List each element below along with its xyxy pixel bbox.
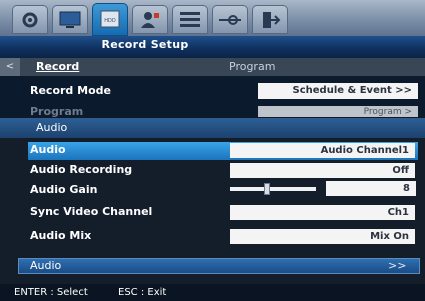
record-mode-label: Record Mode (30, 84, 111, 97)
audio-mix-field[interactable]: Mix On (230, 229, 415, 244)
audio-menu-arrows[interactable]: >> (388, 258, 406, 274)
tab-record[interactable]: Record (36, 58, 146, 76)
page-title: Record Setup (101, 38, 189, 51)
tab-display[interactable] (52, 5, 88, 34)
tab-hdd[interactable]: HDD (92, 3, 128, 36)
record-mode-field[interactable]: Schedule & Event >> (258, 83, 418, 99)
audio-gain-slider[interactable] (230, 187, 316, 191)
gear-icon (22, 12, 38, 28)
subtab-left-arrow[interactable]: < (0, 58, 20, 76)
audio-gain-label: Audio Gain (30, 183, 98, 196)
top-icon-bar: HDD (0, 0, 425, 36)
user-icon (141, 12, 159, 28)
program-field[interactable]: Program > (258, 106, 418, 117)
tab-system[interactable] (12, 5, 48, 34)
audio-channel-field[interactable]: Audio Channel1 (230, 143, 415, 158)
exit-icon (263, 12, 281, 28)
tab-settings-slider[interactable] (212, 5, 248, 34)
network-icon (180, 12, 200, 27)
audio-label: Audio (30, 143, 66, 156)
tab-program[interactable]: Program (229, 58, 339, 76)
hdd-icon: HDD (100, 10, 120, 28)
sync-video-channel-field[interactable]: Ch1 (230, 205, 415, 220)
audio-popup-title: Audio (36, 121, 68, 134)
audio-mix-label: Audio Mix (30, 229, 92, 242)
audio-menu-label: Audio (30, 259, 62, 272)
audio-menu-row[interactable] (18, 258, 420, 274)
tab-user[interactable] (132, 5, 168, 34)
tab-exit[interactable] (252, 5, 288, 34)
status-enter-hint: ENTER : Select (14, 287, 88, 298)
tab-network[interactable] (172, 5, 208, 34)
audio-gain-field[interactable]: 8 (326, 181, 416, 196)
audio-gain-slider-handle[interactable] (264, 183, 270, 195)
program-label: Program (30, 106, 84, 118)
status-esc-hint: ESC : Exit (118, 287, 167, 298)
monitor-icon (59, 11, 81, 28)
audio-recording-field[interactable]: Off (230, 163, 415, 178)
settings-slider-icon (219, 15, 241, 25)
audio-recording-label: Audio Recording (30, 163, 133, 176)
svg-text:HDD: HDD (104, 18, 116, 24)
sync-video-channel-label: Sync Video Channel (30, 205, 153, 218)
